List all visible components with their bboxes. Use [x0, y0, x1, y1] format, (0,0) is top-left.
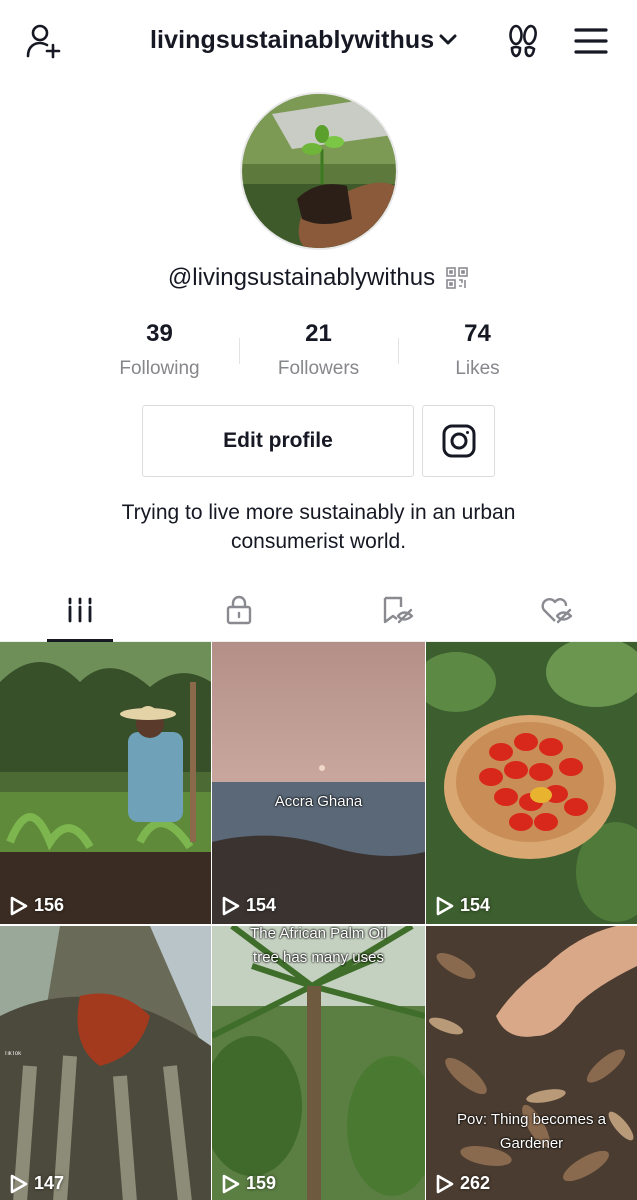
video-caption: The African Palm Oil tree has many uses [212, 926, 425, 970]
video-thumbnail[interactable]: Accra Ghana 154 [212, 642, 425, 924]
tab-bookmarks[interactable] [319, 578, 478, 641]
following-label: Following [119, 358, 200, 379]
handle-row: @livingsustainablywithus [0, 264, 637, 292]
video-grid: 156 Accra Ghana 154 154 TikTok 147 The A… [0, 642, 637, 1200]
view-count: 159 [222, 1173, 276, 1194]
tab-liked[interactable] [478, 578, 637, 641]
video-caption: Pov: Thing becomes a Gardener [426, 1108, 637, 1156]
likes-count: 74 [464, 320, 491, 347]
video-thumbnail[interactable]: TikTok 147 [0, 926, 211, 1200]
profile-stats: 39 Following 21 Followers 74 Likes [80, 318, 557, 388]
video-caption: Accra Ghana [274, 793, 363, 810]
chevron-down-icon [438, 29, 460, 51]
bio-line: Trying to live more sustainably in an ur… [121, 501, 516, 524]
bookmark-hidden-icon [383, 596, 414, 623]
add-user-icon[interactable] [22, 20, 64, 62]
play-icon [10, 1174, 28, 1193]
private-lock-icon [226, 595, 252, 624]
view-count-value: 154 [460, 895, 491, 915]
bio-line: consumerist world. [230, 530, 407, 553]
view-count: 156 [10, 895, 64, 916]
view-count-value: 147 [34, 1173, 65, 1193]
tab-private[interactable] [159, 578, 318, 641]
instagram-icon [442, 424, 475, 458]
video-thumbnail[interactable]: 154 [426, 642, 637, 924]
profile-bio: Trying to live more sustainably in an ur… [60, 498, 577, 556]
top-bar: livingsustainablywithus [0, 0, 637, 82]
followers-label: Followers [277, 358, 360, 379]
view-count-value: 159 [246, 1173, 277, 1193]
view-count-value: 156 [34, 895, 65, 915]
stat-divider [398, 338, 399, 364]
instagram-button[interactable] [422, 405, 495, 477]
qr-code-icon[interactable] [445, 266, 469, 290]
view-count-value: 262 [460, 1173, 491, 1193]
caption-line: tree has many uses [253, 949, 384, 966]
caption-line: Gardener [499, 1135, 564, 1152]
account-switcher[interactable]: livingsustainablywithus [150, 22, 460, 58]
likes-label: Likes [455, 358, 500, 379]
videos-grid-icon [68, 597, 92, 622]
stat-followers[interactable]: 21 Followers [239, 318, 398, 388]
view-count: 262 [436, 1173, 490, 1194]
play-icon [222, 1174, 240, 1193]
view-count: 154 [436, 895, 490, 916]
video-thumbnail[interactable]: Pov: Thing becomes a Gardener 262 [426, 926, 637, 1200]
video-thumbnail[interactable]: The African Palm Oil tree has many uses … [212, 926, 425, 1200]
profile-tabs [0, 578, 637, 642]
header-username: livingsustainablywithus [150, 25, 435, 54]
profile-avatar[interactable] [240, 92, 398, 250]
play-icon [436, 1174, 454, 1193]
caption-line: The African Palm Oil [250, 926, 387, 942]
play-icon [10, 896, 28, 915]
stat-divider [239, 338, 240, 364]
play-icon [436, 896, 454, 915]
stat-likes[interactable]: 74 Likes [398, 318, 557, 388]
stat-following[interactable]: 39 Following [80, 318, 239, 388]
edit-profile-button[interactable]: Edit profile [142, 405, 414, 477]
hamburger-menu-icon[interactable] [570, 20, 612, 62]
followers-count: 21 [305, 320, 332, 347]
play-icon [222, 896, 240, 915]
tiktok-watermark: TikTok [4, 1051, 22, 1057]
tab-videos[interactable] [0, 578, 159, 642]
caption-line: Pov: Thing becomes a [457, 1111, 606, 1128]
profile-handle: @livingsustainablywithus [167, 264, 436, 291]
liked-hidden-icon [541, 597, 573, 623]
video-thumbnail[interactable]: 156 [0, 642, 211, 924]
view-count-value: 154 [246, 895, 277, 915]
following-count: 39 [146, 320, 173, 347]
footprint-icon[interactable] [502, 20, 544, 62]
view-count: 154 [222, 895, 276, 916]
view-count: 147 [10, 1173, 64, 1194]
